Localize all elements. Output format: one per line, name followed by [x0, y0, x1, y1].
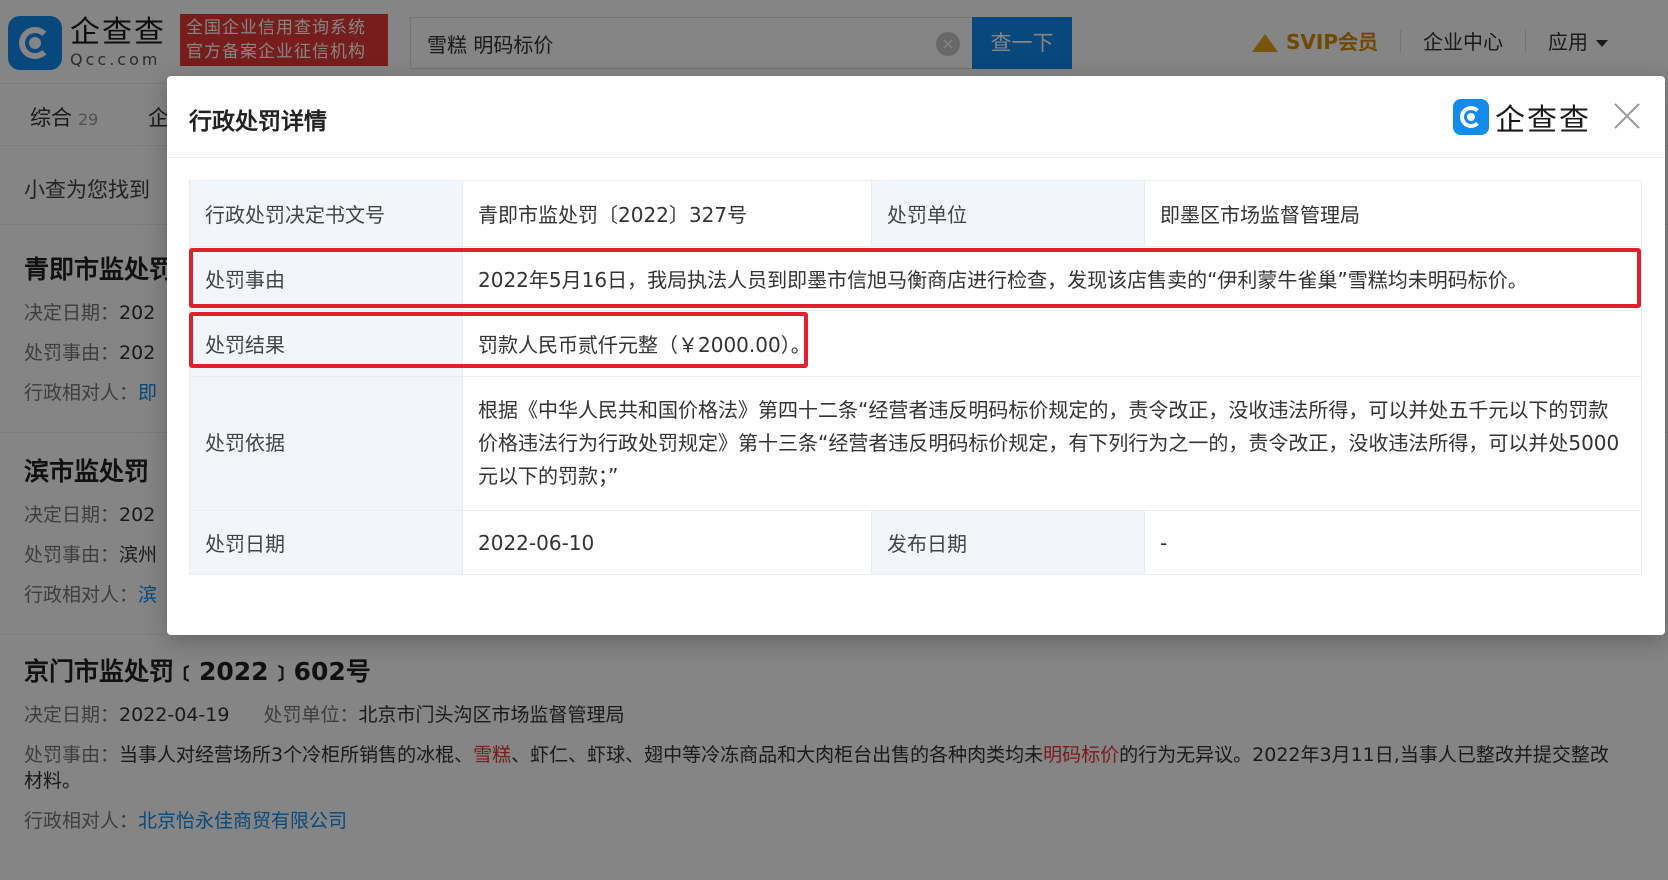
publish-date-label: 发布日期	[871, 510, 1145, 575]
table-row: 处罚依据 根据《中华人民共和国价格法》第四十二条“经营者违反明码标价规定的，责令…	[189, 376, 1642, 511]
doc-no-value: 青即市监处罚〔2022〕327号	[462, 180, 872, 247]
highlight-box-result	[189, 312, 808, 368]
table-row: 处罚日期 2022-06-10 发布日期 -	[189, 510, 1642, 575]
qcc-logo-icon	[1453, 99, 1489, 135]
unit-value: 即墨区市场监督管理局	[1144, 180, 1642, 247]
table-row: 行政处罚决定书文号 青即市监处罚〔2022〕327号 处罚单位 即墨区市场监督管…	[189, 180, 1642, 247]
modal-header: 行政处罚详情 企查查	[167, 76, 1665, 158]
unit-label: 处罚单位	[871, 180, 1145, 247]
modal-title: 行政处罚详情	[189, 109, 327, 135]
close-icon[interactable]	[1609, 98, 1645, 134]
basis-label: 处罚依据	[189, 376, 463, 511]
highlight-box-reason	[189, 248, 1641, 308]
doc-no-label: 行政处罚决定书文号	[189, 180, 463, 247]
penalty-detail-modal: 行政处罚详情 企查查 行政处罚决定书文号 青即市监处罚〔2022〕327号 处罚…	[167, 76, 1665, 635]
basis-value: 根据《中华人民共和国价格法》第四十二条“经营者违反明码标价规定的，责令改正，没收…	[462, 376, 1642, 511]
date-label: 处罚日期	[189, 510, 463, 575]
publish-date-value: -	[1144, 510, 1642, 575]
modal-qcc-logo: 企查查	[1453, 98, 1591, 138]
date-value: 2022-06-10	[462, 510, 872, 575]
modal-logo-text: 企查查	[1495, 103, 1591, 138]
penalty-detail-table: 行政处罚决定书文号 青即市监处罚〔2022〕327号 处罚单位 即墨区市场监督管…	[189, 180, 1642, 575]
